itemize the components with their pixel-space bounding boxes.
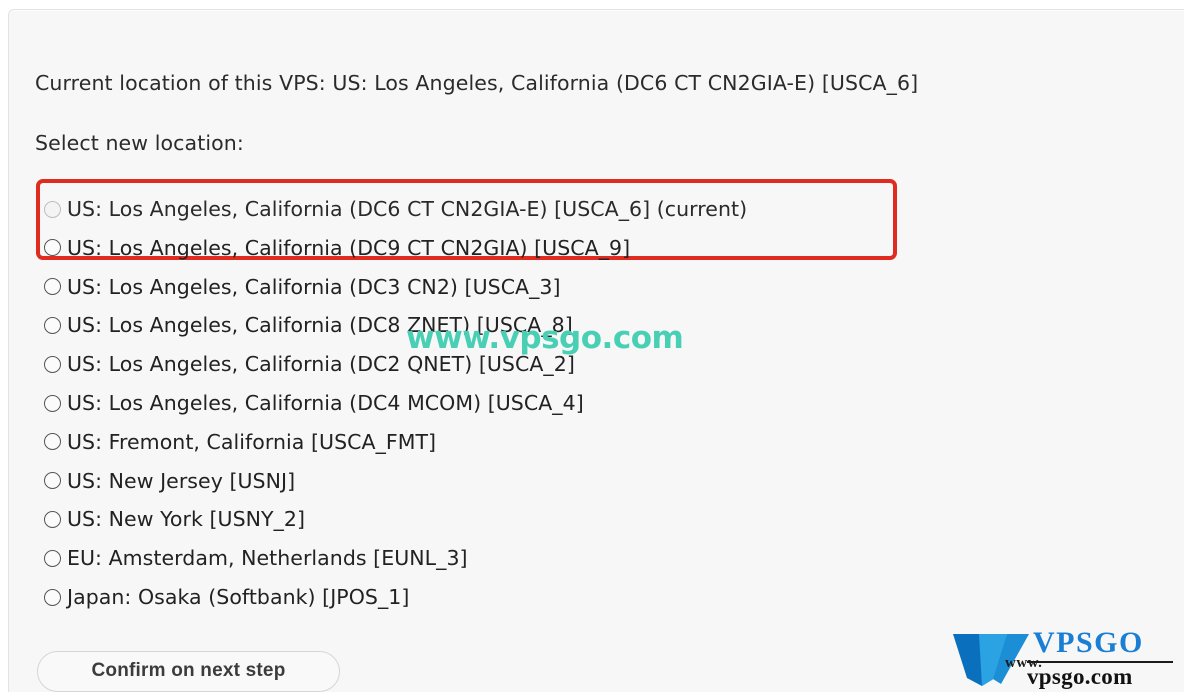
location-option-label: Japan: Osaka (Softbank) [JPOS_1] [67, 585, 410, 609]
radio-button-usca_4[interactable] [44, 394, 61, 412]
location-option-label: US: New Jersey [USNJ] [67, 468, 296, 493]
confirm-on-next-step-button[interactable]: Confirm on next step [37, 651, 340, 692]
location-change-form: Current location of this VPS: US: Los An… [0, 0, 1184, 692]
location-option-label: US: Fremont, California [USCA_FMT] [67, 429, 437, 454]
screenshot-root: Current location of this VPS: US: Los An… [0, 0, 1184, 692]
location-option-usca_4[interactable]: US: Los Angeles, California (DC4 MCOM) [… [44, 390, 584, 416]
logo-divider [1027, 661, 1173, 663]
location-option-label: US: Los Angeles, California (DC6 CT CN2G… [67, 197, 748, 221]
location-option-label: US: Los Angeles, California (DC9 CT CN2G… [67, 235, 631, 260]
location-option-eunl_3[interactable]: EU: Amsterdam, Netherlands [EUNL_3] [44, 545, 468, 571]
location-option-usca_2[interactable]: US: Los Angeles, California (DC2 QNET) [… [44, 351, 575, 377]
location-option-usca_fmt[interactable]: US: Fremont, California [USCA_FMT] [44, 429, 436, 455]
current-location-text: Current location of this VPS: US: Los An… [35, 71, 919, 95]
logo-brand-text: VPSGO [1033, 626, 1144, 659]
location-option-usnj[interactable]: US: New Jersey [USNJ] [44, 468, 295, 494]
location-option-usny_2[interactable]: US: New York [USNY_2] [44, 506, 305, 532]
logo-domain-text: vpsgo.com [1027, 664, 1133, 689]
radio-button-usny_2[interactable] [44, 510, 61, 528]
radio-button-usnj[interactable] [44, 472, 61, 490]
logo-text-block: VPSGO www. vpsgo.com [1005, 626, 1183, 689]
radio-button-jpos_1[interactable] [44, 588, 61, 606]
radio-button-usca_8[interactable] [44, 316, 61, 334]
radio-button-usca_9[interactable] [44, 239, 61, 257]
radio-button-usca_2[interactable] [44, 355, 61, 373]
location-option-usca_9[interactable]: US: Los Angeles, California (DC9 CT CN2G… [44, 235, 630, 261]
vpsgo-logo: VPSGO www. vpsgo.com [949, 626, 1184, 692]
location-option-label: US: Los Angeles, California (DC8 ZNET) [… [67, 313, 573, 338]
radio-button-usca_fmt[interactable] [44, 433, 61, 451]
location-option-label: EU: Amsterdam, Netherlands [EUNL_3] [67, 546, 468, 571]
location-option-usca_3[interactable]: US: Los Angeles, California (DC3 CN2) [U… [44, 274, 561, 300]
location-option-usca_6[interactable]: US: Los Angeles, California (DC6 CT CN2G… [44, 196, 747, 222]
radio-button-usca_3[interactable] [44, 278, 61, 296]
location-option-label: US: New York [USNY_2] [67, 507, 306, 532]
location-option-jpos_1[interactable]: Japan: Osaka (Softbank) [JPOS_1] [44, 584, 409, 610]
location-option-label: US: Los Angeles, California (DC3 CN2) [U… [67, 274, 561, 299]
select-new-location-label: Select new location: [35, 131, 244, 155]
location-option-label: US: Los Angeles, California (DC4 MCOM) [… [67, 391, 584, 415]
location-option-label: US: Los Angeles, California (DC2 QNET) [… [67, 352, 575, 377]
location-option-usca_8[interactable]: US: Los Angeles, California (DC8 ZNET) [… [44, 312, 573, 338]
radio-button-eunl_3[interactable] [44, 549, 61, 567]
radio-button-usca_6[interactable] [44, 200, 61, 218]
